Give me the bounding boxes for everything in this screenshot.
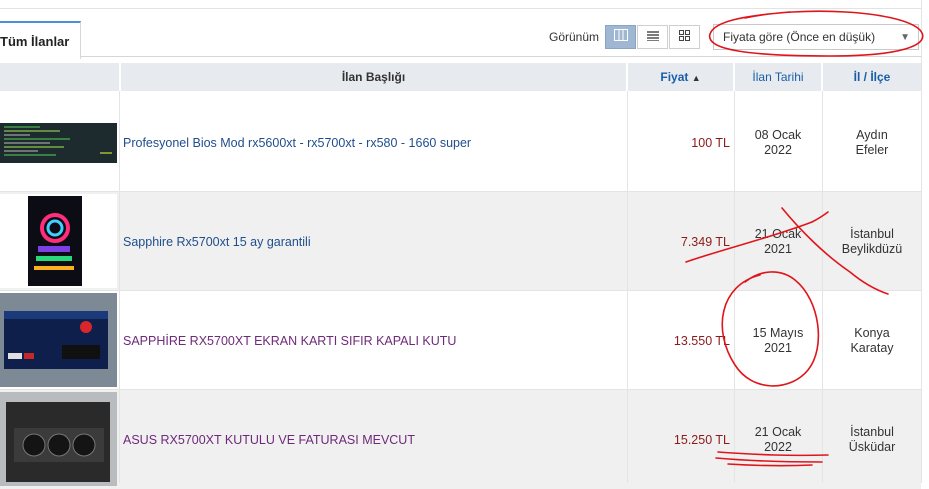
listing-location: İstanbul Üsküdar: [823, 390, 921, 489]
right-border: [921, 0, 922, 483]
listing-date: 21 Ocak 2022: [735, 390, 821, 489]
list-icon: [646, 28, 659, 46]
listing-price: 15.250 TL: [673, 432, 730, 447]
date-line: 21 Ocak: [754, 424, 802, 439]
header-city[interactable]: İl / İlçe: [823, 63, 921, 91]
listing-location: İstanbul Beylikdüzü: [823, 192, 921, 291]
city-line: Aydın: [856, 127, 888, 142]
view-table-button[interactable]: [605, 25, 636, 49]
view-grid-button[interactable]: [669, 25, 700, 49]
listing-location: Konya Karatay: [823, 291, 921, 390]
list-table-icon: [613, 28, 628, 46]
listing-title-link[interactable]: SAPPHİRE RX5700XT EKRAN KARTI SIFIR KAPA…: [123, 291, 623, 390]
header-price[interactable]: Fiyat ▲: [628, 63, 733, 91]
district-line: Karatay: [850, 340, 894, 355]
top-border: [0, 0, 922, 9]
table-row[interactable]: ASUS RX5700XT KUTULU VE FATURASI MEVCUT …: [0, 390, 921, 489]
listing-thumbnail[interactable]: [0, 194, 117, 288]
date-year: 2022: [764, 439, 792, 454]
listing-price: 100 TL: [691, 135, 730, 150]
view-label: Görünüm: [549, 30, 600, 44]
header-title: İlan Başlığı: [341, 70, 406, 84]
city-line: Konya: [854, 325, 890, 340]
table-row[interactable]: Profesyonel Bios Mod rx5600xt - rx5700xt…: [0, 93, 921, 192]
column-divider: [822, 91, 823, 483]
grid-icon: [679, 28, 690, 46]
table-row[interactable]: SAPPHİRE RX5700XT EKRAN KARTI SIFIR KAPA…: [0, 291, 921, 390]
tab-all-listings[interactable]: Tüm İlanlar: [0, 21, 81, 59]
listing-thumbnail[interactable]: [0, 392, 117, 486]
chevron-down-icon: ▼: [900, 32, 910, 43]
sort-selected-value: Fiyata göre (Önce en düşük): [723, 30, 876, 44]
listing-thumbnail[interactable]: [0, 293, 117, 387]
column-divider: [734, 91, 735, 483]
column-divider: [119, 91, 120, 483]
header-date[interactable]: İlan Tarihi: [735, 63, 821, 91]
district-line: Üsküdar: [848, 439, 896, 454]
sort-asc-icon: ▲: [691, 73, 701, 83]
date-line: 21 Ocak: [754, 226, 802, 241]
listing-title-link[interactable]: ASUS RX5700XT KUTULU VE FATURASI MEVCUT: [123, 390, 623, 489]
listing-location: Aydın Efeler: [823, 93, 921, 192]
date-year: 2022: [764, 142, 792, 157]
listing-date: 21 Ocak 2021: [735, 192, 821, 291]
district-line: Efeler: [855, 142, 889, 157]
listing-date: 15 Mayıs 2021: [735, 291, 821, 390]
listing-title-link[interactable]: Sapphire Rx5700xt 15 ay garantili: [123, 192, 623, 291]
listing-price: 13.550 TL: [673, 333, 730, 348]
table-row[interactable]: Sapphire Rx5700xt 15 ay garantili 7.349 …: [0, 192, 921, 291]
city-line: İstanbul: [850, 424, 894, 439]
sort-select[interactable]: Fiyata göre (Önce en düşük) ▼: [713, 24, 919, 50]
table-header: İlan Başlığı Fiyat ▲ İlan Tarihi İl / İl…: [0, 63, 921, 91]
listing-date: 08 Ocak 2022: [735, 93, 821, 192]
date-year: 2021: [764, 241, 792, 256]
header-price-label: Fiyat: [660, 70, 689, 84]
date-line: 15 Mayıs: [752, 325, 804, 340]
city-line: İstanbul: [850, 226, 894, 241]
tab-divider: [80, 56, 922, 57]
listing-price: 7.349 TL: [680, 234, 730, 249]
view-list-button[interactable]: [637, 25, 668, 49]
date-line: 08 Ocak: [754, 127, 802, 142]
date-year: 2021: [764, 340, 792, 355]
listing-title-link[interactable]: Profesyonel Bios Mod rx5600xt - rx5700xt…: [123, 93, 623, 192]
column-divider: [627, 91, 628, 483]
listing-thumbnail[interactable]: [0, 95, 117, 189]
district-line: Beylikdüzü: [841, 241, 903, 256]
